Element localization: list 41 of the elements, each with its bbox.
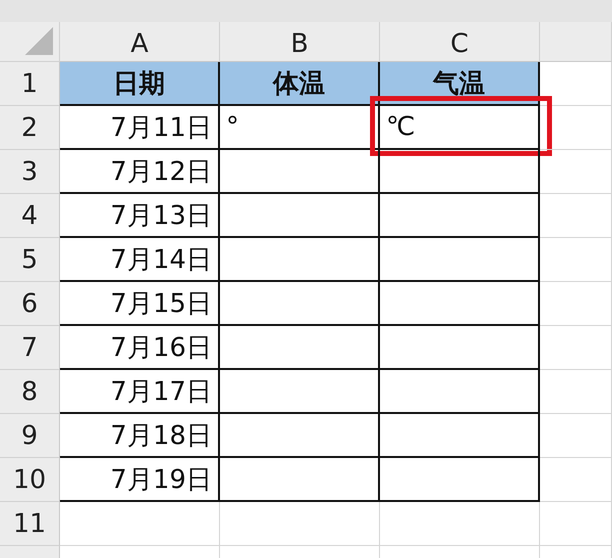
table-cell: 7月12日 [60, 150, 220, 194]
table-cell [540, 106, 612, 150]
table-cell: 7月11日 [60, 106, 220, 150]
row-header[interactable]: 1 [0, 62, 60, 106]
row-header[interactable]: 2 [0, 106, 60, 150]
row-header[interactable]: 10 [0, 458, 60, 502]
row-header[interactable]: 7 [0, 326, 60, 370]
table-cell [540, 414, 612, 458]
corner-triangle-icon [25, 27, 53, 55]
table-cell [540, 62, 612, 106]
table-cell [540, 326, 612, 370]
table-cell [540, 150, 612, 194]
table-cell: 7月14日 [60, 238, 220, 282]
table-cell [540, 282, 612, 326]
header-cell: 日期 [60, 62, 220, 106]
table-cell: 7月18日 [60, 414, 220, 458]
row-header[interactable]: 3 [0, 150, 60, 194]
column-header[interactable] [540, 22, 612, 62]
column-header[interactable]: B [220, 22, 380, 62]
table-cell: ° [220, 106, 380, 150]
select-all-corner[interactable] [0, 22, 60, 62]
table-cell [540, 370, 612, 414]
table-cell [540, 502, 612, 546]
row-header[interactable]: 11 [0, 502, 60, 546]
row-header[interactable]: 6 [0, 282, 60, 326]
table-cell [540, 194, 612, 238]
row-header[interactable]: 8 [0, 370, 60, 414]
table-cell: 7月17日 [60, 370, 220, 414]
row-header[interactable]: 9 [0, 414, 60, 458]
table-cell: 7月19日 [60, 458, 220, 502]
table-cell: ℃ [380, 106, 540, 150]
table-cell [540, 458, 612, 502]
table-cell: 7月15日 [60, 282, 220, 326]
table-cell [540, 238, 612, 282]
table-cell: 7月13日 [60, 194, 220, 238]
table-cell: 7月16日 [60, 326, 220, 370]
header-cell: 体温 [220, 62, 380, 106]
row-header[interactable]: 5 [0, 238, 60, 282]
column-header[interactable]: C [380, 22, 540, 62]
column-header[interactable]: A [60, 22, 220, 62]
row-header[interactable]: 4 [0, 194, 60, 238]
